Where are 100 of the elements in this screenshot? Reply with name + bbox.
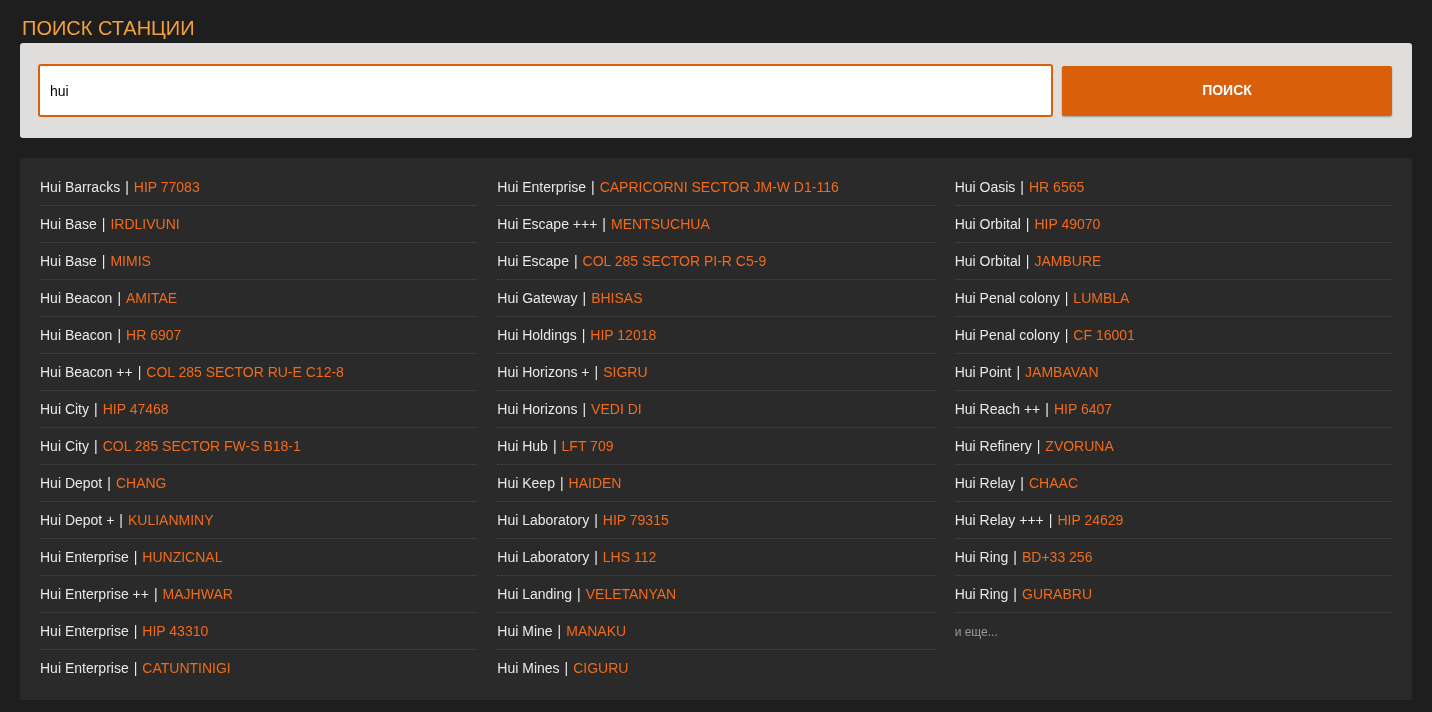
more-link[interactable]: и еще...	[954, 623, 998, 641]
separator: |	[591, 177, 595, 197]
separator: |	[594, 510, 598, 530]
separator: |	[559, 473, 564, 493]
separator: |	[94, 436, 98, 456]
system-link[interactable]: MIMIS	[110, 250, 151, 272]
system-link[interactable]: LUMBLA	[1073, 287, 1130, 309]
system-link[interactable]: HR 6907	[126, 324, 182, 346]
station-name: Hui Base	[40, 214, 97, 234]
search-button[interactable]: ПОИСК	[1062, 65, 1392, 116]
separator: |	[1048, 510, 1053, 530]
separator: |	[101, 214, 106, 234]
system-link[interactable]: COL 285 SECTOR FW-S B18-1	[102, 435, 301, 457]
station-name: Hui City	[40, 399, 89, 419]
separator: |	[564, 659, 569, 678]
station-name: Hui Reach ++	[954, 399, 1041, 419]
system-link[interactable]: MENTSUCHUA	[611, 213, 710, 235]
system-link[interactable]: HIP 49070	[1034, 213, 1101, 235]
system-link[interactable]: COL 285 SECTOR RU-E C12-8	[146, 361, 344, 383]
system-link[interactable]: HAIDEN	[568, 472, 622, 494]
system-link[interactable]: SIGRU	[603, 361, 648, 383]
station-name: Hui Barracks	[40, 177, 121, 197]
separator: |	[153, 584, 158, 604]
separator: |	[594, 362, 599, 382]
system-link[interactable]: HR 6565	[1029, 176, 1085, 198]
separator: |	[602, 214, 606, 234]
system-link[interactable]: CHANG	[115, 472, 167, 494]
system-link[interactable]: VELETANYAN	[585, 583, 677, 605]
separator: |	[125, 177, 129, 197]
system-link[interactable]: HIP 47468	[102, 398, 169, 420]
separator: |	[1020, 473, 1024, 493]
system-link[interactable]: HIP 79315	[602, 509, 669, 531]
separator: |	[133, 659, 138, 678]
separator: |	[1013, 547, 1017, 567]
station-name: Hui Point	[954, 362, 1012, 382]
station-name: Hui Mines	[497, 659, 560, 678]
system-link[interactable]: LHS 112	[602, 546, 657, 568]
separator: |	[94, 399, 98, 419]
system-link[interactable]: HUNZICNAL	[142, 546, 223, 568]
system-link[interactable]: BD+33 256	[1022, 546, 1093, 568]
system-link[interactable]: CHAAC	[1029, 472, 1078, 494]
station-name: Hui Depot	[40, 473, 103, 493]
separator: |	[101, 251, 106, 271]
separator: |	[133, 547, 138, 567]
system-link[interactable]: CF 16001	[1073, 324, 1135, 346]
system-link[interactable]: HIP 6407	[1053, 398, 1113, 420]
separator: |	[582, 288, 587, 308]
station-name: Hui Gateway	[497, 288, 578, 308]
system-link[interactable]: CAPRICORNI SECTOR JM-W D1-116	[599, 176, 839, 198]
system-link[interactable]: JAMBURE	[1034, 250, 1102, 272]
separator: |	[594, 547, 598, 567]
system-link[interactable]: HIP 43310	[142, 620, 209, 642]
station-name: Hui Holdings	[497, 325, 577, 345]
station-name: Hui Relay	[954, 473, 1016, 493]
separator: |	[1020, 177, 1024, 197]
system-link[interactable]: MANAKU	[566, 620, 627, 642]
separator: |	[552, 436, 557, 456]
station-name: Hui Refinery	[954, 436, 1032, 456]
system-link[interactable]: CATUNTINIGI	[142, 658, 231, 679]
system-link[interactable]: ZVORUNA	[1045, 435, 1114, 457]
system-link[interactable]: BHISAS	[591, 287, 643, 309]
station-name: Hui Enterprise	[40, 621, 129, 641]
search-field[interactable]: hui	[38, 64, 1053, 117]
system-link[interactable]: VEDI DI	[591, 398, 642, 420]
system-link[interactable]: HIP 12018	[590, 324, 657, 346]
station-name: Hui Ring	[954, 547, 1009, 567]
station-name: Hui Escape +++	[497, 214, 598, 234]
separator: |	[1036, 436, 1041, 456]
system-link[interactable]: LFT 709	[561, 435, 614, 457]
separator: |	[119, 510, 123, 530]
separator: |	[581, 325, 586, 345]
separator: |	[1016, 362, 1021, 382]
system-link[interactable]: CIGURU	[573, 658, 629, 679]
separator: |	[117, 325, 122, 345]
system-link[interactable]: COL 285 SECTOR PI-R C5-9	[582, 250, 767, 272]
system-link[interactable]: IRDLIVUNI	[110, 213, 180, 235]
station-name: Hui Orbital	[954, 251, 1021, 271]
station-name: Hui Enterprise ++	[40, 584, 149, 604]
station-name: Hui Beacon	[40, 325, 113, 345]
station-name: Hui City	[40, 436, 89, 456]
system-link[interactable]: HIP 24629	[1057, 509, 1124, 531]
station-name: Hui Hub	[497, 436, 548, 456]
separator: |	[1013, 584, 1017, 604]
system-link[interactable]: JAMBAVAN	[1025, 361, 1099, 383]
separator: |	[577, 584, 581, 604]
station-name: Hui Depot +	[40, 510, 115, 530]
system-link[interactable]: MAJHWAR	[162, 583, 233, 605]
station-name: Hui Base	[40, 251, 97, 271]
station-name: Hui Orbital	[954, 214, 1021, 234]
system-link[interactable]: HIP 77083	[133, 176, 200, 198]
separator: |	[117, 288, 122, 308]
system-link[interactable]: KULIANMINY	[127, 509, 214, 531]
separator: |	[1064, 325, 1069, 345]
separator: |	[1025, 214, 1030, 234]
station-name: Hui Enterprise	[497, 177, 587, 197]
system-link[interactable]: GURABRU	[1022, 583, 1092, 605]
station-name: Hui Ring	[954, 584, 1009, 604]
system-link[interactable]: AMITAE	[126, 287, 178, 309]
station-name: Hui Horizons	[497, 399, 578, 419]
station-name: Hui Horizons +	[497, 362, 590, 382]
